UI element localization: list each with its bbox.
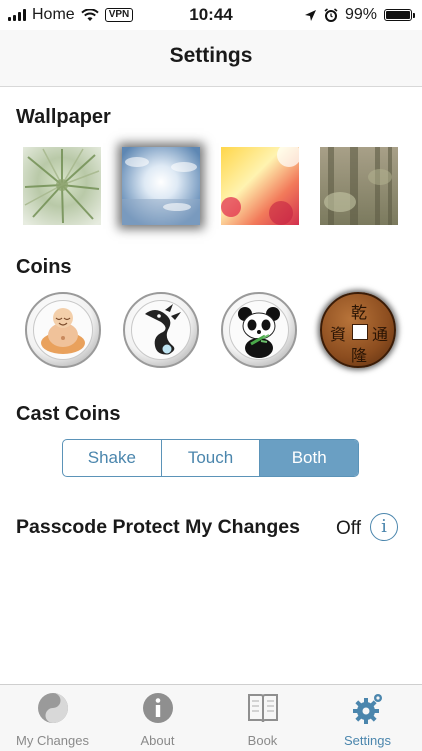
coin-char-bottom: 隆 [350, 346, 367, 365]
battery-icon [384, 9, 415, 21]
tab-label: Settings [344, 733, 391, 748]
yin-yang-icon [38, 693, 68, 723]
panda-coin[interactable] [221, 292, 297, 368]
battery-percent: 99% [344, 6, 377, 23]
passcode-label: Passcode Protect My Changes [16, 516, 300, 538]
book-icon [248, 694, 278, 723]
cast-coins-section-title: Cast Coins [16, 403, 121, 425]
location-arrow-icon [304, 9, 316, 21]
buddha-icon [41, 308, 85, 354]
sunset-flowers-wallpaper[interactable] [221, 147, 299, 225]
coin-char-top: 乾 [350, 303, 367, 322]
navigation-bar: Settings [0, 30, 422, 87]
panda-icon [238, 307, 280, 358]
segment-touch[interactable]: Touch [162, 440, 261, 476]
tab-book[interactable]: Book [210, 685, 315, 751]
tab-label: My Changes [16, 733, 89, 748]
sky-light-wallpaper[interactable] [122, 147, 200, 225]
alarm-icon [324, 8, 338, 22]
coins-section-title: Coins [16, 256, 72, 278]
wallpaper-section-title: Wallpaper [16, 106, 111, 128]
dragon-coin[interactable] [123, 292, 199, 368]
forest-mist-wallpaper[interactable] [320, 147, 398, 225]
coin-char-right: 通 [371, 325, 388, 344]
status-right: 99% [304, 6, 415, 24]
buddha-coin[interactable] [25, 292, 101, 368]
tab-label: About [140, 733, 175, 748]
chinese-bronze-coin[interactable]: 乾 資 通 隆 [320, 292, 396, 368]
segment-shake[interactable]: Shake [63, 440, 162, 476]
cast-coins-segmented-control: Shake Touch Both [62, 439, 359, 477]
tab-about[interactable]: About [105, 685, 210, 751]
tab-bar: My Changes About Book Settings [0, 684, 422, 751]
page-title: Settings [169, 44, 253, 67]
info-circle-icon [143, 693, 173, 723]
tab-settings[interactable]: Settings [315, 685, 420, 751]
coin-square-hole [352, 324, 368, 340]
gear-icon [353, 694, 382, 724]
status-bar: Home VPN 10:44 99% [0, 0, 422, 30]
tab-label: Book [247, 733, 278, 748]
green-plant-wallpaper[interactable] [23, 147, 101, 225]
dragon-icon [145, 304, 181, 355]
passcode-value[interactable]: Off [336, 518, 361, 540]
coin-char-left: 資 [329, 325, 346, 344]
segment-both[interactable]: Both [260, 440, 358, 476]
tab-my-changes[interactable]: My Changes [0, 685, 105, 751]
info-icon[interactable]: i [370, 513, 398, 541]
